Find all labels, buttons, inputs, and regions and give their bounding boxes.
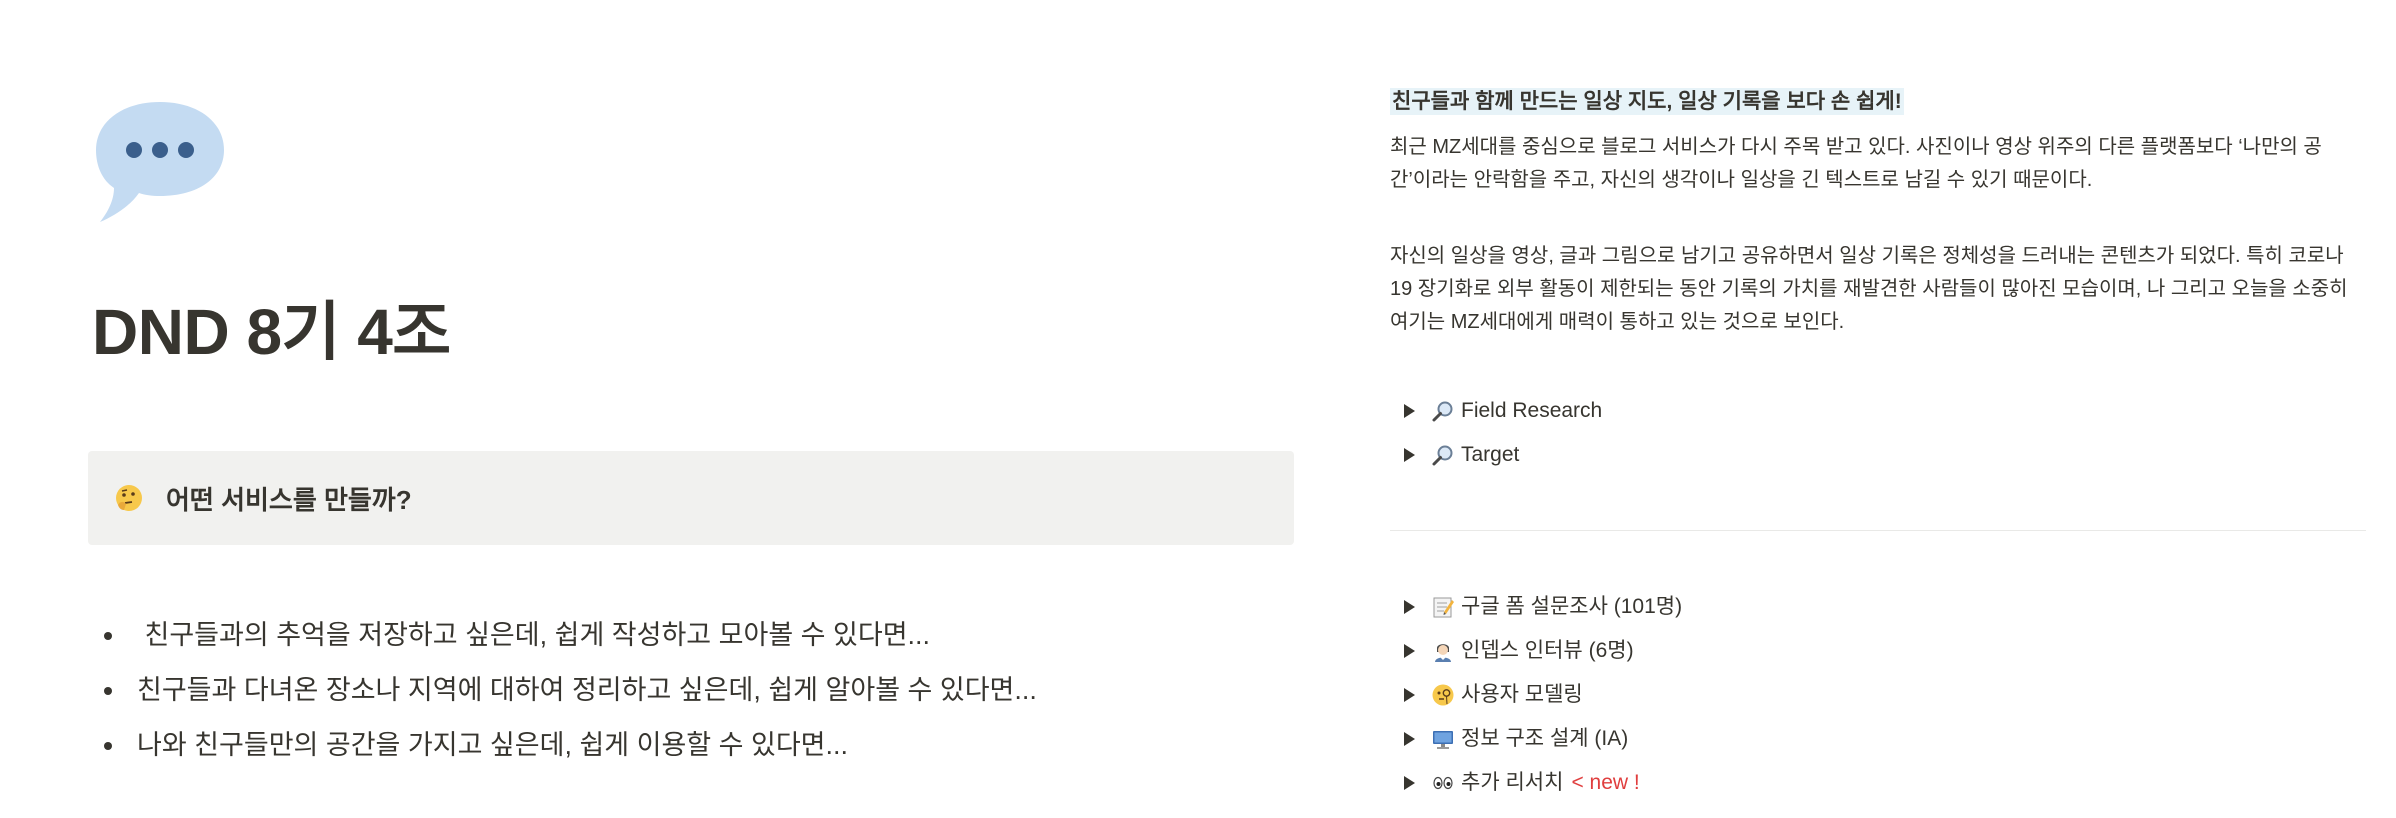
list-item[interactable]: 나와 친구들만의 공간을 가지고 싶은데, 쉽게 이용할 수 있다면... [102, 718, 1037, 773]
toggle-label: Target [1461, 443, 1520, 466]
divider [1390, 530, 2366, 531]
bullet-dot [104, 742, 112, 750]
page-title[interactable]: DND 8기 4조 [92, 292, 451, 372]
toggle-arrow-icon[interactable] [1404, 448, 1415, 462]
bulleted-list: 친구들과의 추억을 저장하고 싶은데, 쉽게 작성하고 모아볼 수 있다면...… [102, 608, 1037, 773]
toggle-arrow-icon[interactable] [1404, 644, 1415, 658]
toggle-arrow-icon[interactable] [1404, 600, 1415, 614]
bullet-dot [104, 632, 112, 640]
magnifier-icon [1431, 443, 1455, 467]
toggle-additional-research[interactable]: 추가 리서치 < new ! [1390, 765, 1640, 801]
toggle-google-form-survey[interactable]: 구글 폼 설문조사 (101명) [1390, 589, 1682, 625]
toggle-label: 인뎁스 인터뷰 (6명) [1461, 639, 1634, 662]
person-icon [1431, 639, 1455, 663]
highlighted-heading-text: 친구들과 함께 만드는 일상 지도, 일상 기록을 보다 손 쉽게! [1390, 88, 1904, 115]
toggle-field-research[interactable]: Field Research [1390, 393, 1602, 429]
list-item[interactable]: 친구들과의 추억을 저장하고 싶은데, 쉽게 작성하고 모아볼 수 있다면... [102, 608, 1037, 663]
toggle-arrow-icon[interactable] [1404, 688, 1415, 702]
toggle-arrow-icon[interactable] [1404, 776, 1415, 790]
list-item-text: 친구들과의 추억을 저장하고 싶은데, 쉽게 작성하고 모아볼 수 있다면... [137, 620, 931, 650]
computer-icon [1431, 727, 1455, 751]
highlighted-heading[interactable]: 친구들과 함께 만드는 일상 지도, 일상 기록을 보다 손 쉽게! [1390, 86, 1904, 118]
toggle-information-architecture[interactable]: 정보 구조 설계 (IA) [1390, 721, 1628, 757]
list-item-text: 친구들과 다녀온 장소나 지역에 대하여 정리하고 싶은데, 쉽게 알아볼 수 … [137, 675, 1037, 705]
toggle-label: 구글 폼 설문조사 (101명) [1461, 595, 1683, 618]
eyes-icon [1431, 771, 1455, 795]
toggle-target[interactable]: Target [1390, 437, 1519, 473]
paragraph[interactable]: 자신의 일상을 영상, 글과 그림으로 남기고 공유하면서 일상 기록은 정체성… [1390, 240, 2356, 339]
toggle-label: 사용자 모델링 [1461, 683, 1583, 706]
toggle-user-modeling[interactable]: 사용자 모델링 [1390, 677, 1583, 713]
list-item-text: 나와 친구들만의 공간을 가지고 싶은데, 쉽게 이용할 수 있다면... [137, 730, 849, 760]
toggle-arrow-icon[interactable] [1404, 404, 1415, 418]
bullet-dot [104, 687, 112, 695]
callout[interactable]: 어떤 서비스를 만들까? [88, 451, 1294, 545]
memo-icon [1431, 595, 1455, 619]
magnifier-icon [1431, 399, 1455, 423]
toggle-arrow-icon[interactable] [1404, 732, 1415, 746]
list-item[interactable]: 친구들과 다녀온 장소나 지역에 대하여 정리하고 싶은데, 쉽게 알아볼 수 … [102, 663, 1037, 718]
toggle-label: 추가 리서치 [1461, 771, 1564, 794]
paragraph[interactable]: 최근 MZ세대를 중심으로 블로그 서비스가 다시 주목 받고 있다. 사진이나… [1390, 131, 2356, 197]
page: DND 8기 4조 어떤 서비스를 만들까? 친구들과의 추억을 저장하고 싶은… [0, 0, 2396, 818]
toggle-label: Field Research [1461, 399, 1603, 422]
thinking-face-icon [114, 483, 144, 513]
toggle-in-depth-interview[interactable]: 인뎁스 인터뷰 (6명) [1390, 633, 1634, 669]
face-monocle-icon [1431, 683, 1455, 707]
callout-text: 어떤 서비스를 만들까? [166, 484, 412, 515]
toggle-label: 정보 구조 설계 (IA) [1461, 727, 1629, 750]
new-badge: < new ! [1571, 771, 1640, 794]
speech-bubble-icon[interactable] [90, 96, 230, 226]
